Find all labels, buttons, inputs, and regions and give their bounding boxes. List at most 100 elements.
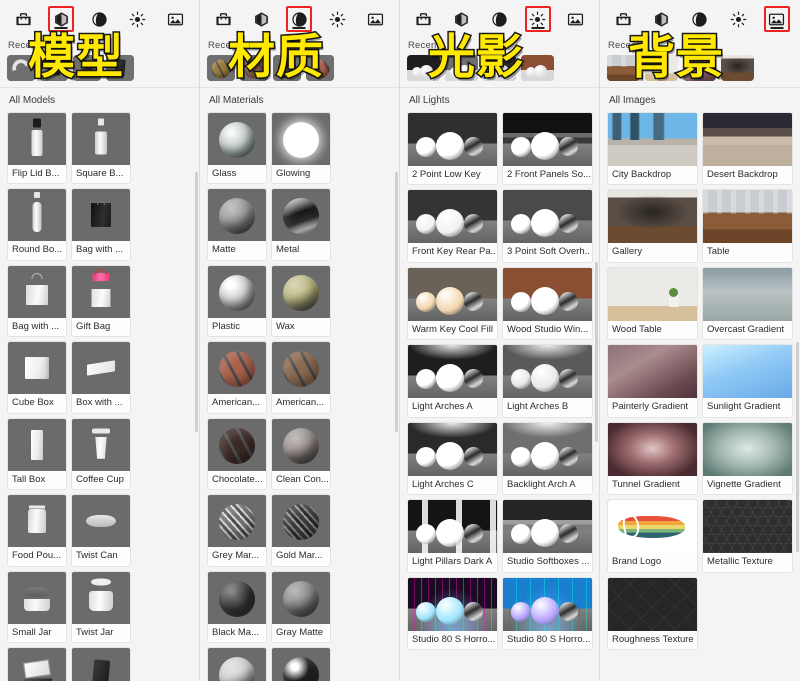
asset-card[interactable]: Matte bbox=[207, 188, 267, 261]
asset-card[interactable]: Cube Box bbox=[7, 341, 67, 414]
recent-thumbnail[interactable] bbox=[483, 55, 516, 81]
asset-card[interactable]: Studio 80 S Horro... bbox=[502, 576, 593, 651]
asset-card[interactable]: Round Bo... bbox=[7, 188, 67, 261]
asset-card[interactable]: Gallery bbox=[607, 189, 698, 263]
asset-card[interactable]: Clean Con... bbox=[271, 417, 331, 491]
asset-card[interactable]: Backlight Arch A bbox=[502, 421, 593, 496]
recent-thumbnail[interactable] bbox=[240, 55, 268, 81]
asset-grid-scroll[interactable]: City Backdrop Desert Backdrop Gallery Tab… bbox=[600, 112, 800, 681]
asset-card[interactable]: Vignette Gradient bbox=[702, 421, 793, 496]
asset-card[interactable]: Metallic Texture bbox=[702, 499, 793, 573]
asset-card[interactable]: Wood Studio Win... bbox=[502, 266, 593, 341]
recent-thumbnail[interactable] bbox=[7, 55, 35, 81]
asset-card[interactable]: Plastic bbox=[207, 264, 267, 338]
asset-card[interactable]: Metal bbox=[271, 188, 331, 261]
toolbar-image-background-icon[interactable] bbox=[563, 6, 589, 32]
asset-card[interactable]: Glowing bbox=[271, 112, 331, 185]
asset-card[interactable]: Chocolate... bbox=[207, 417, 267, 491]
asset-card[interactable]: Tall Box bbox=[7, 417, 67, 491]
asset-card[interactable]: Brand Logo bbox=[607, 499, 698, 573]
recent-thumbnail[interactable] bbox=[40, 55, 68, 81]
toolbar-image-background-icon[interactable] bbox=[163, 6, 189, 32]
asset-card[interactable]: Black Ma... bbox=[207, 570, 267, 644]
asset-card[interactable]: Bag with ... bbox=[7, 264, 67, 338]
asset-card[interactable]: Table bbox=[702, 189, 793, 263]
toolbar-material-sphere-icon[interactable] bbox=[687, 6, 713, 32]
asset-card[interactable]: White Ma... bbox=[207, 647, 267, 681]
recent-thumbnail[interactable] bbox=[607, 55, 640, 81]
toolbar-image-background-icon[interactable] bbox=[763, 6, 790, 32]
toolbar-toolbox-icon[interactable] bbox=[210, 6, 236, 32]
asset-card[interactable]: Painterly Gradient bbox=[607, 344, 698, 418]
toolbar-cube-model-icon[interactable] bbox=[649, 6, 675, 32]
toolbar-toolbox-icon[interactable] bbox=[410, 6, 436, 32]
recent-thumbnail[interactable] bbox=[73, 55, 101, 81]
asset-card[interactable]: Wax bbox=[271, 264, 331, 338]
asset-card[interactable]: Warm Key Cool Fill bbox=[407, 266, 498, 341]
asset-card[interactable]: Gold Mar... bbox=[271, 494, 331, 567]
vertical-scrollbar[interactable] bbox=[195, 172, 198, 432]
asset-card[interactable]: Sunlight Gradient bbox=[702, 344, 793, 418]
asset-card[interactable]: 16:10 Lapt... bbox=[7, 647, 67, 681]
toolbar-sun-light-icon[interactable] bbox=[125, 6, 151, 32]
asset-card[interactable]: Studio Softboxes ... bbox=[502, 499, 593, 573]
recent-thumbnail[interactable] bbox=[521, 55, 554, 81]
asset-card[interactable]: Desert Backdrop bbox=[702, 112, 793, 186]
asset-card[interactable]: Light Arches B bbox=[502, 344, 593, 418]
asset-card[interactable]: Wood Table bbox=[607, 266, 698, 341]
asset-card[interactable]: Glass bbox=[207, 112, 267, 185]
toolbar-cube-model-icon[interactable] bbox=[48, 6, 75, 32]
asset-card[interactable]: Box with ... bbox=[71, 341, 131, 414]
vertical-scrollbar[interactable] bbox=[595, 262, 598, 442]
asset-card[interactable]: Bag with ... bbox=[71, 188, 131, 261]
toolbar-material-sphere-icon[interactable] bbox=[486, 6, 512, 32]
asset-grid-scroll[interactable]: Glass Glowing Matte Metal Plastic Wax American… bbox=[200, 112, 399, 681]
toolbar-material-sphere-icon[interactable] bbox=[86, 6, 112, 32]
asset-card[interactable]: Black Plas... bbox=[271, 647, 331, 681]
asset-card[interactable]: Tunnel Gradient bbox=[607, 421, 698, 496]
asset-card[interactable]: Roughness Texture bbox=[607, 576, 698, 651]
asset-card[interactable]: Grey Mar... bbox=[207, 494, 267, 567]
asset-card[interactable]: American... bbox=[271, 341, 331, 414]
toolbar-toolbox-icon[interactable] bbox=[10, 6, 36, 32]
recent-thumbnail[interactable] bbox=[306, 55, 334, 81]
toolbar-sun-light-icon[interactable] bbox=[725, 6, 751, 32]
asset-card[interactable]: Twist Jar bbox=[71, 570, 131, 644]
asset-card[interactable]: 2 Front Panels So... bbox=[502, 112, 593, 186]
vertical-scrollbar[interactable] bbox=[796, 342, 799, 552]
asset-card[interactable]: American... bbox=[207, 341, 267, 414]
asset-card[interactable]: Gift Bag bbox=[71, 264, 131, 338]
toolbar-sun-light-icon[interactable] bbox=[325, 6, 351, 32]
asset-card[interactable]: Light Arches A bbox=[407, 344, 498, 418]
recent-thumbnail[interactable] bbox=[721, 55, 754, 81]
toolbar-image-background-icon[interactable] bbox=[363, 6, 389, 32]
toolbar-material-sphere-icon[interactable] bbox=[286, 6, 313, 32]
toolbar-sun-light-icon[interactable] bbox=[524, 6, 551, 32]
recent-thumbnail[interactable] bbox=[645, 55, 678, 81]
asset-card[interactable]: City Backdrop bbox=[607, 112, 698, 186]
toolbar-cube-model-icon[interactable] bbox=[448, 6, 474, 32]
asset-card[interactable]: Light Pillars Dark A bbox=[407, 499, 498, 573]
asset-card[interactable]: Front Key Rear Pa... bbox=[407, 189, 498, 263]
asset-card[interactable]: Square B... bbox=[71, 112, 131, 185]
asset-card[interactable]: Flip Lid B... bbox=[7, 112, 67, 185]
asset-card[interactable]: Coffee Cup bbox=[71, 417, 131, 491]
toolbar-cube-model-icon[interactable] bbox=[248, 6, 274, 32]
recent-thumbnail[interactable] bbox=[207, 55, 235, 81]
vertical-scrollbar[interactable] bbox=[395, 172, 398, 432]
asset-card[interactable]: 3 Point Soft Overh.. bbox=[502, 189, 593, 263]
recent-thumbnail[interactable] bbox=[683, 55, 716, 81]
recent-thumbnail[interactable] bbox=[445, 55, 478, 81]
asset-card[interactable]: Small Jar bbox=[7, 570, 67, 644]
asset-card[interactable]: Overcast Gradient bbox=[702, 266, 793, 341]
asset-grid-scroll[interactable]: 2 Point Low Key 2 Front Panels So... Fro… bbox=[400, 112, 599, 681]
recent-thumbnail[interactable] bbox=[407, 55, 440, 81]
asset-card[interactable]: 16:10 Pho... bbox=[71, 647, 131, 681]
asset-card[interactable]: Gray Matte bbox=[271, 570, 331, 644]
asset-card[interactable]: Studio 80 S Horro... bbox=[407, 576, 498, 651]
toolbar-toolbox-icon[interactable] bbox=[610, 6, 636, 32]
recent-thumbnail[interactable] bbox=[106, 55, 134, 81]
asset-card[interactable]: Food Pou... bbox=[7, 494, 67, 567]
asset-card[interactable]: 2 Point Low Key bbox=[407, 112, 498, 186]
recent-thumbnail[interactable] bbox=[273, 55, 301, 81]
